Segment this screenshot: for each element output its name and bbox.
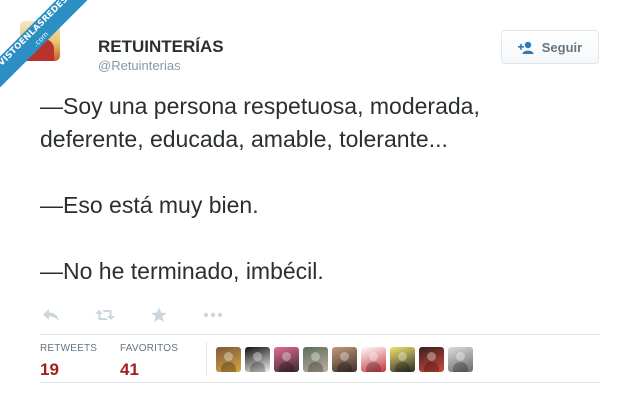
favorites-label: FAVORITOS (120, 343, 179, 354)
account-name[interactable]: RETUINTERÍAS (98, 37, 224, 57)
retweet-stat[interactable]: RETWEETS 19 (40, 343, 97, 380)
avatar-head-shape (456, 352, 465, 361)
avatar-body-shape (424, 362, 439, 372)
avatar-body-shape (279, 362, 294, 372)
retweets-count: 19 (40, 360, 59, 379)
watermark-brand: VISTOENLASREDES (0, 0, 71, 69)
avatar-4-thumbnail[interactable] (303, 347, 328, 372)
avatar-head-shape (427, 352, 436, 361)
avatar-body-shape (337, 362, 352, 372)
avatar-head-shape (340, 352, 349, 361)
avatar-body-shape (395, 362, 410, 372)
tweet-actions (40, 304, 224, 326)
avatar-body-shape (453, 362, 468, 372)
account-handle[interactable]: @Retuinterias (98, 58, 181, 73)
follow-label: Seguir (541, 39, 583, 55)
watermark-ribbon: VISTOENLASREDES .com (0, 0, 96, 96)
avatar-3-thumbnail[interactable] (274, 347, 299, 372)
avatar-1-thumbnail[interactable] (216, 347, 241, 372)
tweet-line: —No he terminado, imbécil. (40, 258, 324, 284)
reply-icon[interactable] (40, 304, 62, 326)
avatar-2-thumbnail[interactable] (245, 347, 270, 372)
avatar-head-shape (311, 352, 320, 361)
retweets-label: RETWEETS (40, 343, 98, 354)
tweet-line: —Soy una persona respetuosa, moderada, (40, 93, 480, 119)
favorites-count: 41 (120, 360, 139, 379)
avatar-head-shape (282, 352, 291, 361)
tweet-text: —Soy una persona respetuosa, moderada, d… (40, 90, 600, 288)
tweet-line: deferente, educada, amable, tolerante... (40, 126, 448, 152)
stats-separator (206, 342, 207, 376)
favorite-icon[interactable] (148, 304, 170, 326)
favorite-stat[interactable]: FAVORITOS 41 (120, 343, 178, 380)
avatar-body-shape (250, 362, 265, 372)
avatar-head-shape (224, 352, 233, 361)
avatar-head-shape (369, 352, 378, 361)
more-icon[interactable] (202, 304, 224, 326)
favoriters-list (216, 347, 473, 372)
add-user-icon (517, 41, 536, 54)
retweet-icon[interactable] (94, 304, 116, 326)
avatar-head-shape (398, 352, 407, 361)
avatar-body-shape (308, 362, 323, 372)
avatar-6-thumbnail[interactable] (361, 347, 386, 372)
avatar-body-shape (221, 362, 236, 372)
tweet-line: —Eso está muy bien. (40, 192, 259, 218)
avatar-8-thumbnail[interactable] (419, 347, 444, 372)
stats-top-divider (40, 334, 600, 335)
stats-bottom-divider (40, 382, 600, 383)
avatar-9-thumbnail[interactable] (448, 347, 473, 372)
avatar-head-shape (253, 352, 262, 361)
avatar-5-thumbnail[interactable] (332, 347, 357, 372)
follow-button[interactable]: Seguir (501, 30, 599, 64)
avatar-body-shape (366, 362, 381, 372)
avatar-7-thumbnail[interactable] (390, 347, 415, 372)
